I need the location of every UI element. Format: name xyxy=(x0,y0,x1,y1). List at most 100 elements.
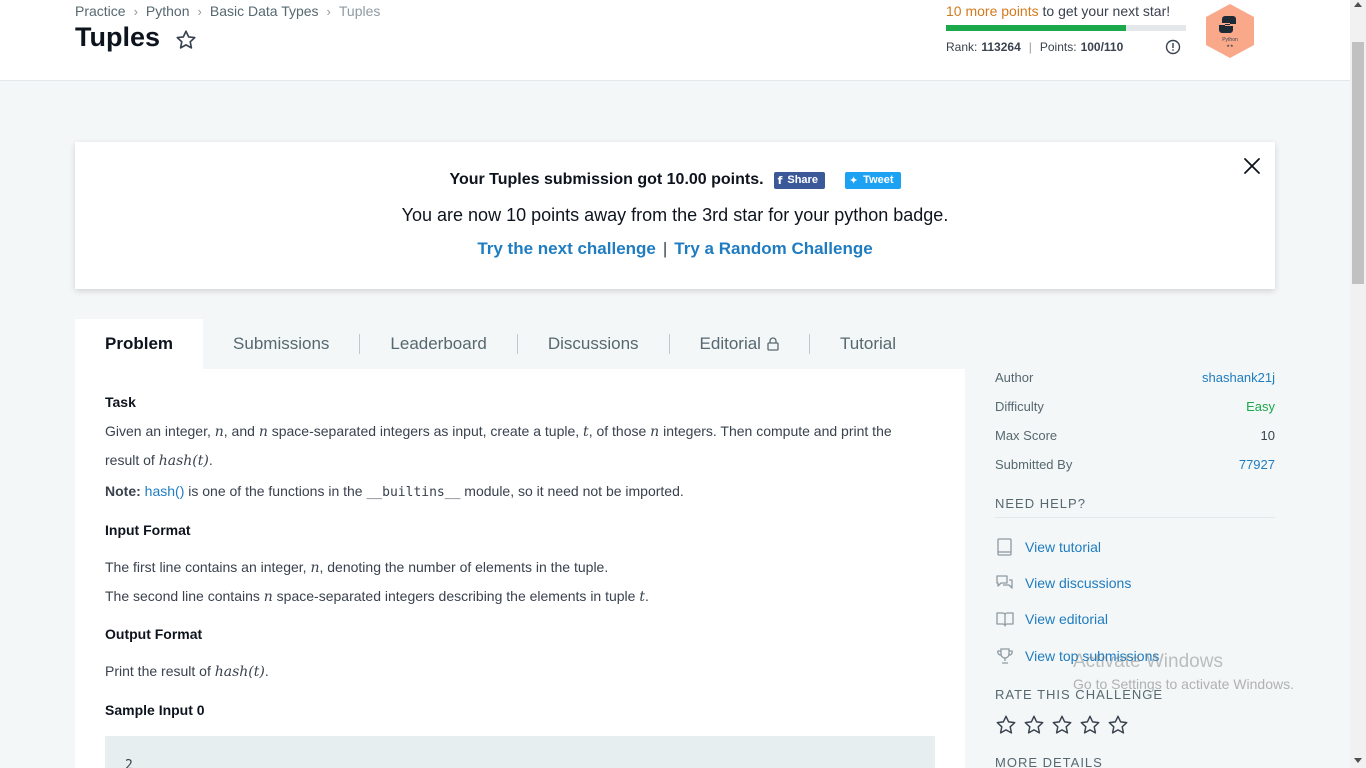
chevron-right-icon: › xyxy=(326,3,331,19)
text: The first line contains an integer, xyxy=(105,559,311,575)
note-text: Note: hash() is one of the functions in … xyxy=(105,477,935,507)
author-link[interactable]: shashank21j xyxy=(1202,370,1275,390)
meta-author: Author shashank21j xyxy=(995,370,1275,390)
trophy-icon xyxy=(997,648,1013,664)
meta-difficulty: Difficulty Easy xyxy=(995,399,1275,419)
random-challenge-link[interactable]: Try a Random Challenge xyxy=(674,239,872,258)
tab-discussions[interactable]: Discussions xyxy=(518,319,669,369)
view-tutorial-link[interactable]: View tutorial xyxy=(995,537,1101,557)
meta-max-score: Max Score 10 xyxy=(995,428,1275,448)
text: Given an integer, xyxy=(105,423,215,439)
info-icon[interactable] xyxy=(1165,39,1181,55)
python-badge[interactable]: Python ★★ xyxy=(1204,3,1256,59)
next-star-message: 10 more points to get your next star! xyxy=(946,3,1170,19)
banner-subtitle: You are now 10 points away from the 3rd … xyxy=(401,205,949,225)
view-discussions-link[interactable]: View discussions xyxy=(995,573,1131,593)
view-editorial-label: View editorial xyxy=(1025,611,1109,627)
tweet-label: Tweet xyxy=(863,174,894,186)
points-highlight: 10 more points xyxy=(946,3,1039,19)
tab-editorial-label: Editorial xyxy=(699,334,761,353)
need-help-heading: NEED HELP? xyxy=(995,496,1275,518)
problem-statement: Task Given an integer, n, and n space-se… xyxy=(75,369,965,768)
task-heading: Task xyxy=(105,394,136,410)
input-format-heading: Input Format xyxy=(105,522,191,538)
text: space-separated integers as input, creat… xyxy=(267,423,584,439)
banner-headline: Your Tuples submission got 10.00 points.… xyxy=(75,171,1275,189)
share-label: Share xyxy=(787,174,818,186)
view-editorial-link[interactable]: View editorial xyxy=(995,609,1108,629)
breadcrumb-basic-data-types[interactable]: Basic Data Types xyxy=(210,3,319,19)
text: Print the result of xyxy=(105,663,215,679)
next-challenge-link[interactable]: Try the next challenge xyxy=(477,239,656,258)
meta-submitted-by: Submitted By 77927 xyxy=(995,457,1275,477)
tweet-button[interactable]: ✦ Tweet xyxy=(844,171,901,189)
links-separator: | xyxy=(662,239,668,258)
math-n: n xyxy=(258,424,268,440)
text: . xyxy=(264,663,269,679)
page-header: Practice › Python › Basic Data Types › T… xyxy=(0,0,1350,81)
breadcrumb-practice[interactable]: Practice xyxy=(75,3,126,19)
text: , and xyxy=(223,423,259,439)
points-label: Points: xyxy=(1039,40,1077,54)
rank-label: Rank: xyxy=(946,40,978,54)
rating-star-icon[interactable] xyxy=(1079,714,1101,736)
text: is one of the functions in the xyxy=(184,483,367,499)
rating-star-icon[interactable] xyxy=(1023,714,1045,736)
text: space-separated integers describing the … xyxy=(272,588,640,604)
scroll-down-icon[interactable] xyxy=(1354,758,1362,763)
math-n: n xyxy=(650,424,660,440)
rating-star-icon[interactable] xyxy=(1051,714,1073,736)
output-format-heading: Output Format xyxy=(105,626,203,642)
meta-key: Author xyxy=(995,370,1034,385)
tab-tutorial[interactable]: Tutorial xyxy=(810,319,926,369)
star-progress-fill xyxy=(946,25,1126,31)
tab-leaderboard[interactable]: Leaderboard xyxy=(360,319,516,369)
chevron-right-icon: › xyxy=(197,3,202,19)
meta-key: Submitted By xyxy=(995,457,1073,472)
lock-icon xyxy=(767,337,779,351)
rating-stars xyxy=(995,714,1135,736)
text: . xyxy=(645,588,649,604)
book-icon xyxy=(997,538,1012,556)
facebook-icon: f xyxy=(777,173,783,187)
hash-doc-link[interactable]: hash() xyxy=(145,483,185,499)
chevron-right-icon: › xyxy=(133,3,138,19)
badge-stars: ★★ xyxy=(1226,43,1234,48)
text: . xyxy=(208,452,213,468)
points-rest: to get your next star! xyxy=(1038,3,1171,19)
breadcrumb-python[interactable]: Python xyxy=(146,3,190,19)
scroll-thumb[interactable] xyxy=(1352,42,1364,284)
bookmark-star-icon[interactable] xyxy=(175,29,197,51)
page-title: Tuples xyxy=(75,22,161,52)
text: , denoting the number of elements in the… xyxy=(319,559,609,575)
close-icon[interactable] xyxy=(1243,157,1261,175)
twitter-icon: ✦ xyxy=(848,173,859,187)
difficulty-value: Easy xyxy=(1246,399,1275,414)
tab-editorial[interactable]: Editorial xyxy=(670,319,809,369)
meta-key: Difficulty xyxy=(995,399,1044,414)
view-discussions-label: View discussions xyxy=(1025,575,1132,591)
math-n: n xyxy=(214,424,224,440)
chat-icon xyxy=(996,575,1013,589)
page-scrollbar[interactable] xyxy=(1350,0,1366,768)
scroll-up-icon[interactable] xyxy=(1354,2,1362,7)
challenge-tabs: Problem Submissions Leaderboard Discussi… xyxy=(75,319,926,369)
rating-star-icon[interactable] xyxy=(1107,714,1129,736)
tab-submissions[interactable]: Submissions xyxy=(203,319,359,369)
text: integers. Then compute and print the xyxy=(659,423,892,439)
rating-star-icon[interactable] xyxy=(995,714,1017,736)
math-n: n xyxy=(263,589,273,605)
star-progress-bar xyxy=(946,25,1186,31)
tab-problem[interactable]: Problem xyxy=(75,319,204,369)
sample-input-line: 2 xyxy=(125,758,133,768)
text: module, so it need not be imported. xyxy=(460,483,684,499)
builtins-code: __builtins__ xyxy=(366,485,461,500)
breadcrumb: Practice › Python › Basic Data Types › T… xyxy=(75,3,380,19)
sample-input-heading: Sample Input 0 xyxy=(105,702,205,718)
open-book-icon xyxy=(996,612,1014,627)
output-format-text: Print the result of hash(t). xyxy=(105,657,935,686)
max-score-value: 10 xyxy=(1260,428,1275,443)
submitted-by-link[interactable]: 77927 xyxy=(1239,457,1275,477)
facebook-share-button[interactable]: f Share xyxy=(773,171,825,189)
banner-links: Try the next challenge | Try a Random Chal… xyxy=(75,239,1275,259)
